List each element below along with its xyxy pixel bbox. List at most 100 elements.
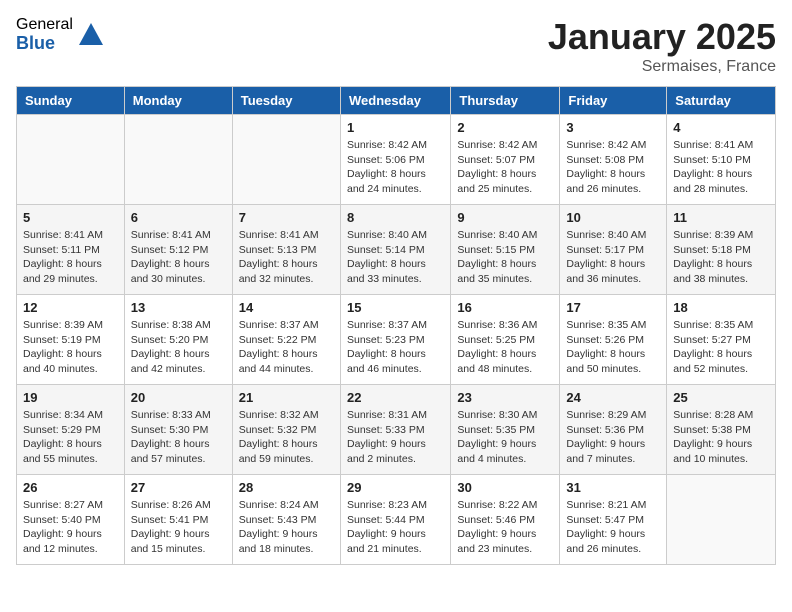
calendar-cell: 6 Sunrise: 8:41 AMSunset: 5:12 PMDaylight… (124, 205, 232, 295)
calendar-cell: 3 Sunrise: 8:42 AMSunset: 5:08 PMDaylight… (560, 115, 667, 205)
day-info: Sunrise: 8:34 AMSunset: 5:29 PMDaylight:… (23, 408, 118, 467)
day-number: 2 (457, 120, 553, 135)
calendar-cell: 8 Sunrise: 8:40 AMSunset: 5:14 PMDaylight… (340, 205, 450, 295)
day-info: Sunrise: 8:35 AMSunset: 5:26 PMDaylight:… (566, 318, 660, 377)
day-number: 26 (23, 480, 118, 495)
day-info: Sunrise: 8:31 AMSunset: 5:33 PMDaylight:… (347, 408, 444, 467)
weekday-header: Saturday (667, 87, 776, 115)
calendar-cell: 29 Sunrise: 8:23 AMSunset: 5:44 PMDayligh… (340, 475, 450, 565)
day-info: Sunrise: 8:37 AMSunset: 5:22 PMDaylight:… (239, 318, 334, 377)
calendar-cell (667, 475, 776, 565)
calendar-cell: 21 Sunrise: 8:32 AMSunset: 5:32 PMDayligh… (232, 385, 340, 475)
day-number: 31 (566, 480, 660, 495)
day-info: Sunrise: 8:42 AMSunset: 5:06 PMDaylight:… (347, 138, 444, 197)
calendar-week-row: 26 Sunrise: 8:27 AMSunset: 5:40 PMDayligh… (17, 475, 776, 565)
weekday-header: Wednesday (340, 87, 450, 115)
weekday-header: Friday (560, 87, 667, 115)
day-info: Sunrise: 8:32 AMSunset: 5:32 PMDaylight:… (239, 408, 334, 467)
day-info: Sunrise: 8:41 AMSunset: 5:13 PMDaylight:… (239, 228, 334, 287)
calendar-cell: 28Sunrise: 8:24 AMSunset: 5:43 PMDayligh… (232, 475, 340, 565)
day-number: 24 (566, 390, 660, 405)
month-title: January 2025 (548, 16, 776, 58)
calendar-cell: 1 Sunrise: 8:42 AMSunset: 5:06 PMDaylight… (340, 115, 450, 205)
day-number: 16 (457, 300, 553, 315)
day-info: Sunrise: 8:37 AMSunset: 5:23 PMDaylight:… (347, 318, 444, 377)
day-number: 20 (131, 390, 226, 405)
day-info: Sunrise: 8:42 AMSunset: 5:07 PMDaylight:… (457, 138, 553, 197)
calendar-table: SundayMondayTuesdayWednesdayThursdayFrid… (16, 86, 776, 565)
day-number: 1 (347, 120, 444, 135)
day-number: 21 (239, 390, 334, 405)
day-number: 19 (23, 390, 118, 405)
calendar-week-row: 12Sunrise: 8:39 AMSunset: 5:19 PMDayligh… (17, 295, 776, 385)
day-info: Sunrise: 8:26 AMSunset: 5:41 PMDaylight:… (131, 498, 226, 557)
day-number: 5 (23, 210, 118, 225)
day-info: Sunrise: 8:38 AMSunset: 5:20 PMDaylight:… (131, 318, 226, 377)
day-number: 29 (347, 480, 444, 495)
calendar-cell: 14 Sunrise: 8:37 AMSunset: 5:22 PMDayligh… (232, 295, 340, 385)
day-number: 27 (131, 480, 226, 495)
day-info: Sunrise: 8:33 AMSunset: 5:30 PMDaylight:… (131, 408, 226, 467)
calendar-cell: 4 Sunrise: 8:41 AMSunset: 5:10 PMDaylight… (667, 115, 776, 205)
day-info: Sunrise: 8:42 AMSunset: 5:08 PMDaylight:… (566, 138, 660, 197)
day-info: Sunrise: 8:39 AMSunset: 5:18 PMDaylight:… (673, 228, 769, 287)
calendar-week-row: 19 Sunrise: 8:34 AMSunset: 5:29 PMDayligh… (17, 385, 776, 475)
day-number: 11 (673, 210, 769, 225)
day-number: 4 (673, 120, 769, 135)
day-number: 10 (566, 210, 660, 225)
day-number: 23 (457, 390, 553, 405)
calendar-cell: 2 Sunrise: 8:42 AMSunset: 5:07 PMDaylight… (451, 115, 560, 205)
day-number: 3 (566, 120, 660, 135)
logo-blue: Blue (16, 34, 73, 54)
page-header: General Blue January 2025 Sermaises, Fra… (16, 16, 776, 76)
weekday-header: Sunday (17, 87, 125, 115)
day-number: 8 (347, 210, 444, 225)
day-number: 17 (566, 300, 660, 315)
day-number: 14 (239, 300, 334, 315)
calendar-cell: 31Sunrise: 8:21 AMSunset: 5:47 PMDayligh… (560, 475, 667, 565)
calendar-cell: 22 Sunrise: 8:31 AMSunset: 5:33 PMDayligh… (340, 385, 450, 475)
day-info: Sunrise: 8:41 AMSunset: 5:10 PMDaylight:… (673, 138, 769, 197)
calendar-cell: 17 Sunrise: 8:35 AMSunset: 5:26 PMDayligh… (560, 295, 667, 385)
logo-icon (77, 21, 105, 49)
calendar-cell: 11 Sunrise: 8:39 AMSunset: 5:18 PMDayligh… (667, 205, 776, 295)
day-number: 13 (131, 300, 226, 315)
day-number: 18 (673, 300, 769, 315)
day-number: 30 (457, 480, 553, 495)
weekday-header: Thursday (451, 87, 560, 115)
calendar-cell: 25 Sunrise: 8:28 AMSunset: 5:38 PMDayligh… (667, 385, 776, 475)
day-info: Sunrise: 8:40 AMSunset: 5:14 PMDaylight:… (347, 228, 444, 287)
weekday-header: Monday (124, 87, 232, 115)
day-number: 12 (23, 300, 118, 315)
day-number: 25 (673, 390, 769, 405)
calendar-cell: 5Sunrise: 8:41 AMSunset: 5:11 PMDaylight… (17, 205, 125, 295)
calendar-cell: 12Sunrise: 8:39 AMSunset: 5:19 PMDayligh… (17, 295, 125, 385)
calendar-week-row: 5Sunrise: 8:41 AMSunset: 5:11 PMDaylight… (17, 205, 776, 295)
calendar-cell: 7Sunrise: 8:41 AMSunset: 5:13 PMDaylight… (232, 205, 340, 295)
calendar-header-row: SundayMondayTuesdayWednesdayThursdayFrid… (17, 87, 776, 115)
day-info: Sunrise: 8:36 AMSunset: 5:25 PMDaylight:… (457, 318, 553, 377)
calendar-cell: 19 Sunrise: 8:34 AMSunset: 5:29 PMDayligh… (17, 385, 125, 475)
day-info: Sunrise: 8:41 AMSunset: 5:12 PMDaylight:… (131, 228, 226, 287)
day-info: Sunrise: 8:40 AMSunset: 5:15 PMDaylight:… (457, 228, 553, 287)
day-number: 28 (239, 480, 334, 495)
day-number: 6 (131, 210, 226, 225)
calendar-cell: 16 Sunrise: 8:36 AMSunset: 5:25 PMDayligh… (451, 295, 560, 385)
calendar-cell (124, 115, 232, 205)
calendar-cell: 20 Sunrise: 8:33 AMSunset: 5:30 PMDayligh… (124, 385, 232, 475)
logo-general: General (16, 16, 73, 34)
day-number: 15 (347, 300, 444, 315)
day-number: 9 (457, 210, 553, 225)
calendar-cell: 27 Sunrise: 8:26 AMSunset: 5:41 PMDayligh… (124, 475, 232, 565)
day-info: Sunrise: 8:28 AMSunset: 5:38 PMDaylight:… (673, 408, 769, 467)
day-info: Sunrise: 8:35 AMSunset: 5:27 PMDaylight:… (673, 318, 769, 377)
calendar-cell: 9 Sunrise: 8:40 AMSunset: 5:15 PMDaylight… (451, 205, 560, 295)
calendar-cell (232, 115, 340, 205)
day-info: Sunrise: 8:27 AMSunset: 5:40 PMDaylight:… (23, 498, 118, 557)
day-info: Sunrise: 8:23 AMSunset: 5:44 PMDaylight:… (347, 498, 444, 557)
day-info: Sunrise: 8:40 AMSunset: 5:17 PMDaylight:… (566, 228, 660, 287)
logo: General Blue (16, 16, 105, 53)
weekday-header: Tuesday (232, 87, 340, 115)
day-number: 22 (347, 390, 444, 405)
day-info: Sunrise: 8:22 AMSunset: 5:46 PMDaylight:… (457, 498, 553, 557)
